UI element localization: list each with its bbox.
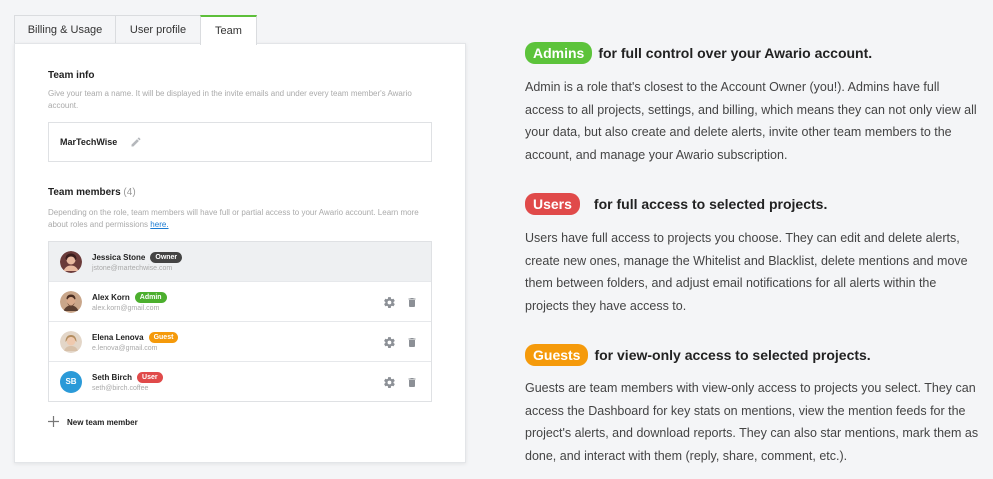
avatar xyxy=(60,250,82,273)
pencil-icon[interactable] xyxy=(129,135,143,149)
gear-icon[interactable] xyxy=(382,375,396,389)
team-name-field[interactable]: MarTechWise xyxy=(48,122,432,162)
gear-icon[interactable] xyxy=(382,335,396,349)
tab-team[interactable]: Team xyxy=(200,15,257,45)
admins-heading: Admins for full control over your Awario… xyxy=(525,42,872,64)
admins-pill: Admins xyxy=(525,42,593,64)
member-name: Jessica Stone xyxy=(92,252,146,262)
gear-icon[interactable] xyxy=(382,295,396,309)
add-team-member-label: New team member xyxy=(67,418,138,427)
members-list: Jessica Stone Owner jstone@martechwise.co… xyxy=(48,241,432,402)
guests-tagline: for view-only access to selected project… xyxy=(594,347,871,363)
tab-billing-usage[interactable]: Billing & Usage xyxy=(14,15,116,44)
member-name: Elena Lenova xyxy=(92,332,144,342)
team-members-hint-text: Depending on the role, team members will… xyxy=(48,208,419,229)
team-members-label: Team members xyxy=(48,187,121,198)
member-name: Alex Korn xyxy=(92,292,130,302)
add-team-member-button[interactable]: New team member xyxy=(48,416,138,429)
role-badge: Owner xyxy=(150,251,183,263)
plus-icon xyxy=(48,416,60,429)
avatar xyxy=(60,290,82,313)
role-badge: User xyxy=(137,371,163,383)
guests-pill: Guests xyxy=(525,344,589,366)
guests-heading: Guests for view-only access to selected … xyxy=(525,344,871,366)
admins-tagline: for full control over your Awario accoun… xyxy=(598,45,873,61)
team-settings-card: Team info Give your team a name. It will… xyxy=(14,43,466,463)
member-email: seth@birch.coffee xyxy=(92,384,149,392)
trash-icon[interactable] xyxy=(405,295,419,309)
member-row: Jessica Stone Owner jstone@martechwise.co… xyxy=(49,242,431,281)
team-members-hint: Depending on the role, team members will… xyxy=(48,207,428,231)
admins-description: Admin is a role that's closest to the Ac… xyxy=(525,80,977,162)
member-row: Alex Korn Admin alex.korn@gmail.com xyxy=(49,281,431,321)
avatar: SB xyxy=(60,370,82,393)
member-row: Elena Lenova Guest e.lenova@gmail.com xyxy=(49,321,431,361)
team-info-title: Team info xyxy=(48,70,95,81)
team-members-count: (4) xyxy=(123,187,136,198)
role-badge: Guest xyxy=(148,331,179,343)
guests-description: Guests are team members with view-only a… xyxy=(525,381,979,463)
team-info-hint: Give your team a name. It will be displa… xyxy=(48,89,412,110)
member-row: SB Seth Birch User seth@birch.coffee xyxy=(49,361,431,401)
role-badge: Admin xyxy=(134,291,167,303)
roles-help-link[interactable]: here. xyxy=(150,220,168,229)
users-tagline: for full access to selected projects. xyxy=(593,196,828,212)
member-email: alex.korn@gmail.com xyxy=(92,304,160,312)
avatar xyxy=(60,330,82,353)
member-name: Seth Birch xyxy=(92,372,133,382)
member-email: jstone@martechwise.com xyxy=(92,264,173,272)
settings-tabs: Billing & Usage User profile Team xyxy=(14,15,257,45)
trash-icon[interactable] xyxy=(405,375,419,389)
team-name-value: MarTechWise xyxy=(60,137,118,147)
users-pill: Users xyxy=(525,193,580,215)
users-description: Users have full access to projects you c… xyxy=(525,231,968,313)
team-members-title: Team members (4) xyxy=(48,187,136,198)
tab-user-profile[interactable]: User profile xyxy=(115,15,201,44)
member-email: e.lenova@gmail.com xyxy=(92,344,158,352)
users-heading: Users for full access to selected projec… xyxy=(525,193,827,215)
trash-icon[interactable] xyxy=(405,335,419,349)
